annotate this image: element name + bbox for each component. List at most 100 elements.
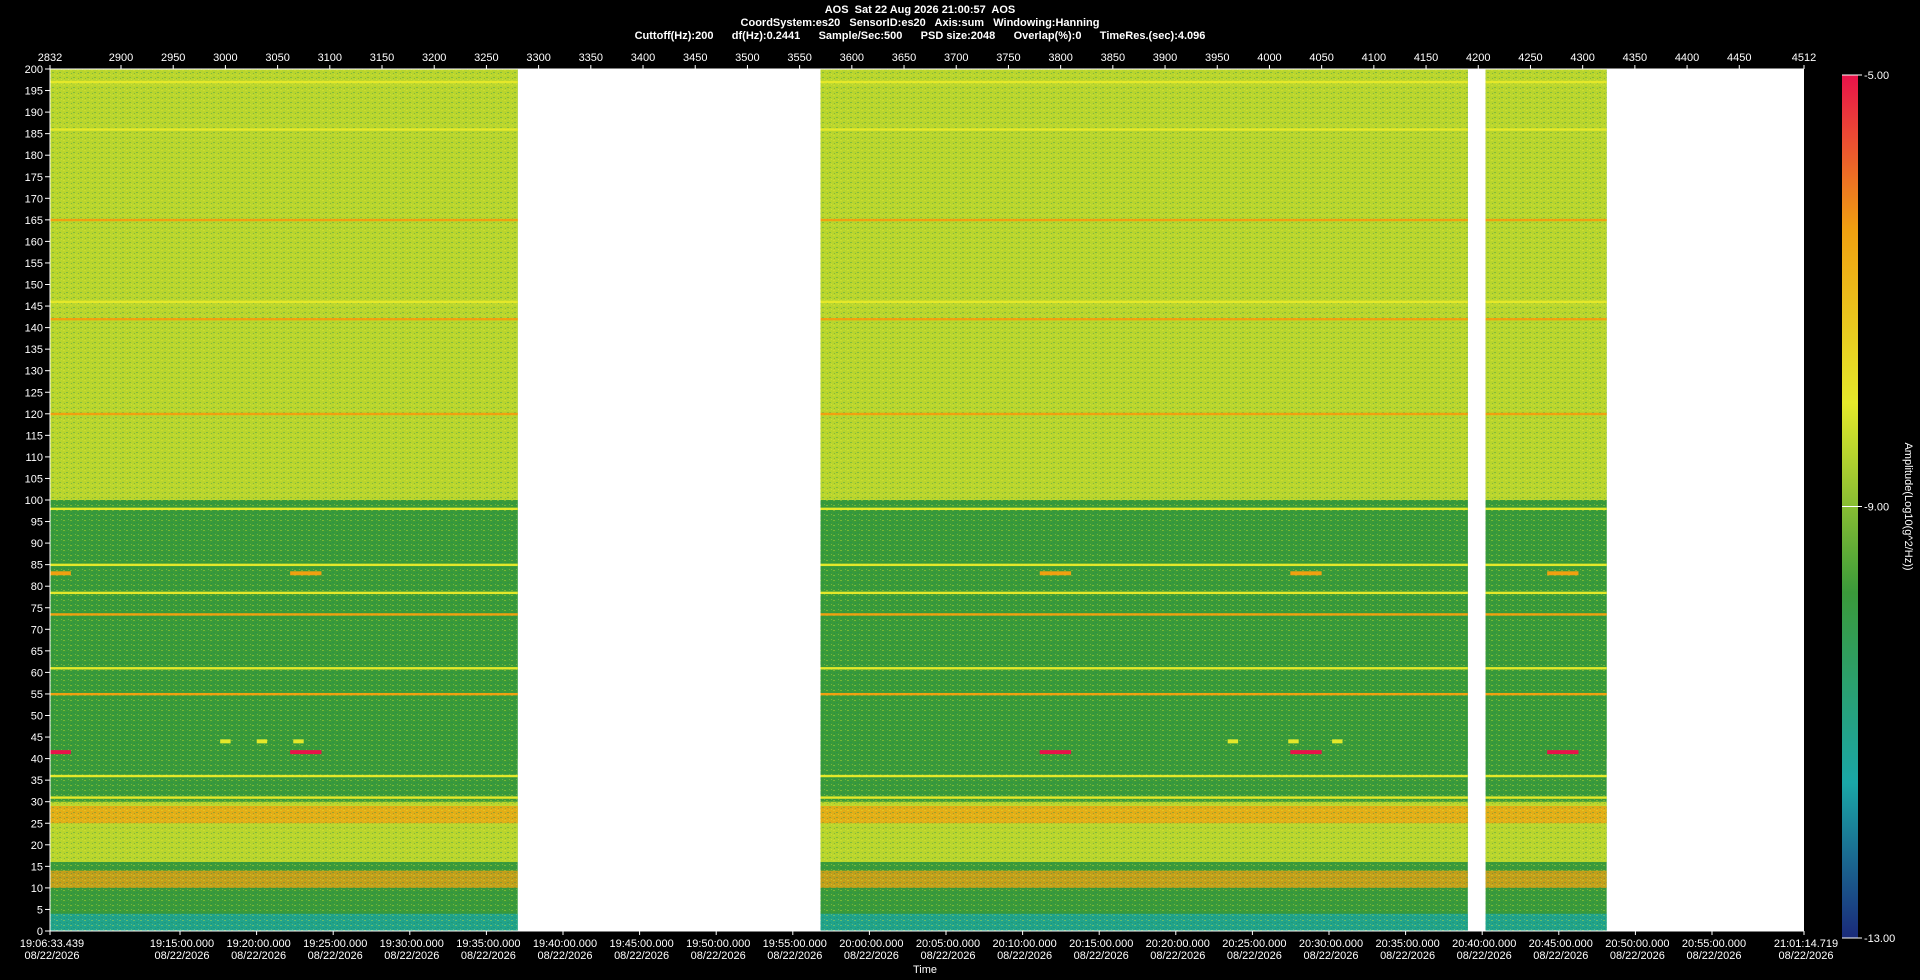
y-tick-label: 30 <box>31 797 43 809</box>
top-tick-label: 3500 <box>735 52 759 64</box>
y-tick-label: 145 <box>25 301 43 313</box>
persistent-line <box>50 317 518 321</box>
persistent-line <box>1485 692 1607 696</box>
time-tick-label: 20:35:00.000 <box>1375 938 1439 950</box>
persistent-line <box>820 80 1468 84</box>
top-tick-label: 3400 <box>631 52 655 64</box>
top-tick-label: 3150 <box>370 52 394 64</box>
time-tick-label: 19:55:00.000 <box>763 938 827 950</box>
intermittent-line <box>1547 571 1579 576</box>
date-tick-label: 08/22/2026 <box>308 950 363 962</box>
y-tick-label: 115 <box>25 430 43 442</box>
colorbar-tick-label: -13.00 <box>1864 933 1895 945</box>
persistent-line <box>50 507 518 511</box>
y-tick-label: 45 <box>31 732 43 744</box>
persistent-line <box>1485 300 1607 304</box>
top-tick-label: 3450 <box>683 52 707 64</box>
y-tick-label: 110 <box>25 452 43 464</box>
x-axis-label: Time <box>913 964 937 976</box>
persistent-line <box>50 613 518 616</box>
persistent-line <box>1485 796 1607 799</box>
time-tick-label: 20:45:00.000 <box>1529 938 1593 950</box>
time-tick-label: 20:55:00.000 <box>1682 938 1746 950</box>
y-tick-label: 100 <box>25 495 43 507</box>
top-tick-label: 4200 <box>1466 52 1490 64</box>
date-tick-label: 08/22/2026 <box>767 950 822 962</box>
y-tick-label: 195 <box>25 86 43 98</box>
intermittent-line <box>1290 571 1322 576</box>
top-tick-label: 4100 <box>1362 52 1386 64</box>
persistent-line <box>50 667 518 670</box>
time-tick-label: 19:25:00.000 <box>303 938 367 950</box>
y-tick-label: 155 <box>25 258 43 270</box>
y-tick-label: 105 <box>25 473 43 485</box>
persistent-line <box>1485 128 1607 131</box>
date-tick-label: 08/22/2026 <box>844 950 899 962</box>
top-tick-label: 3700 <box>944 52 968 64</box>
persistent-line <box>820 796 1468 799</box>
persistent-line <box>820 507 1468 511</box>
date-tick-label: 08/22/2026 <box>1227 950 1282 962</box>
date-tick-label: 08/22/2026 <box>384 950 439 962</box>
persistent-line <box>1485 507 1607 511</box>
date-tick-label: 08/22/2026 <box>1610 950 1665 962</box>
persistent-line <box>1485 667 1607 670</box>
intermittent-line <box>290 571 322 576</box>
top-tick-label: 3300 <box>526 52 550 64</box>
y-tick-label: 80 <box>31 581 43 593</box>
time-tick-label: 21:01:14.719 <box>1774 938 1838 950</box>
y-tick-label: 150 <box>25 280 43 292</box>
intermittent-line <box>1290 750 1322 755</box>
date-tick-label: 08/22/2026 <box>1150 950 1205 962</box>
date-tick-label: 08/22/2026 <box>1380 950 1435 962</box>
top-tick-label: 3250 <box>474 52 498 64</box>
top-tick-label: 4450 <box>1727 52 1751 64</box>
y-tick-label: 140 <box>25 323 43 335</box>
y-tick-label: 10 <box>31 883 43 895</box>
persistent-line <box>1485 412 1607 416</box>
spectrogram-chart: 0 5 10 15 20 25 30 35 40 45 50 55 60 65 70 75 80 85 90 95 10… <box>20 52 1914 976</box>
data-segment-0 <box>50 69 518 931</box>
top-tick-label: 3950 <box>1205 52 1229 64</box>
time-tick-label: 19:06:33.439 <box>20 938 84 950</box>
y-tick-label: 65 <box>31 646 43 658</box>
y-tick-label: 185 <box>25 129 43 141</box>
time-tick-label: 20:40:00.000 <box>1452 938 1516 950</box>
persistent-line <box>820 613 1468 616</box>
persistent-line <box>820 563 1468 567</box>
persistent-line <box>50 796 518 799</box>
y-tick-label: 180 <box>25 150 43 162</box>
y-tick-label: 175 <box>25 172 43 184</box>
y-tick-label: 200 <box>25 64 43 76</box>
persistent-line <box>50 563 518 567</box>
date-tick-label: 08/22/2026 <box>1686 950 1741 962</box>
y-tick-label: 70 <box>31 624 43 636</box>
date-tick-label: 08/22/2026 <box>920 950 975 962</box>
segment-noise <box>50 69 518 931</box>
persistent-line <box>820 412 1468 416</box>
top-tick-label: 4512 <box>1792 52 1816 64</box>
date-tick-label: 08/22/2026 <box>154 950 209 962</box>
top-tick-label: 4350 <box>1623 52 1647 64</box>
y-tick-label: 130 <box>25 366 43 378</box>
top-tick-label: 4300 <box>1570 52 1594 64</box>
persistent-line <box>820 218 1468 222</box>
time-tick-label: 20:15:00.000 <box>1069 938 1133 950</box>
intermittent-line <box>1227 739 1239 744</box>
intermittent-line <box>1288 739 1299 744</box>
y-tick-label: 170 <box>25 193 43 205</box>
time-tick-label: 19:15:00.000 <box>150 938 214 950</box>
persistent-line <box>1485 317 1607 321</box>
y-tick-label: 35 <box>31 775 43 787</box>
top-tick-label: 3200 <box>422 52 446 64</box>
y-tick-label: 160 <box>25 236 43 248</box>
persistent-line <box>820 667 1468 670</box>
top-tick-label: 3650 <box>892 52 916 64</box>
date-tick-label: 08/22/2026 <box>231 950 286 962</box>
top-tick-label: 4050 <box>1309 52 1333 64</box>
y-tick-label: 75 <box>31 603 43 615</box>
y-tick-label: 55 <box>31 689 43 701</box>
intermittent-line <box>1332 739 1343 744</box>
colorbar-tick-label: -5.00 <box>1864 70 1889 82</box>
persistent-line <box>50 774 518 778</box>
